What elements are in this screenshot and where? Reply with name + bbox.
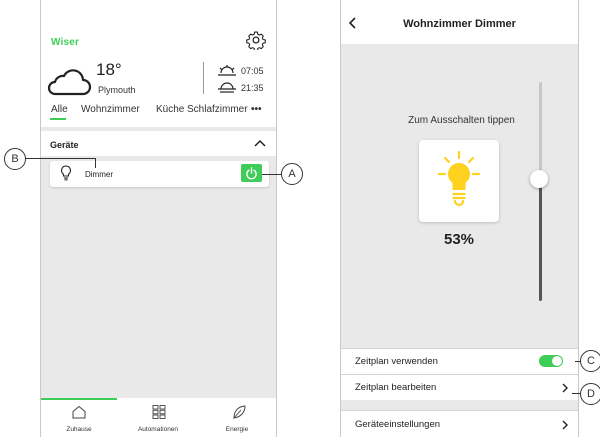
edit-schedule-label: Zeitplan bearbeiten	[355, 382, 437, 393]
tab-kueche[interactable]: Küche	[156, 104, 184, 115]
brightness-slider-handle[interactable]	[530, 170, 548, 188]
home-icon[interactable]	[71, 405, 87, 419]
brightness-slider-track[interactable]	[539, 82, 542, 179]
tap-hint: Zum Ausschalten tippen	[408, 115, 515, 126]
leaf-icon[interactable]	[231, 405, 247, 419]
lightbulb-icon	[61, 165, 71, 181]
city-name: Plymouth	[98, 85, 136, 95]
power-icon	[246, 167, 257, 180]
nav-home[interactable]: Zuhause	[41, 426, 117, 433]
callout-a: A	[281, 163, 303, 185]
more-tabs-icon[interactable]: •••	[251, 104, 262, 115]
device-card-dimmer[interactable]	[50, 161, 269, 187]
nav-active-indicator	[41, 398, 117, 400]
callout-c: C	[580, 350, 600, 372]
section-title: Geräte	[50, 140, 79, 150]
wiser-logo: Wiser	[51, 37, 80, 48]
device-settings-label: Geräteeinstellungen	[355, 419, 441, 430]
brightness-percent: 53%	[443, 231, 475, 248]
gear-icon[interactable]	[246, 30, 266, 50]
chevron-right-icon	[562, 420, 568, 430]
home-screen: Wiser 18° Plymouth 07:05 21:35 Alle Wohn…	[40, 0, 277, 437]
chevron-right-icon	[562, 383, 568, 393]
tab-wohnzimmer[interactable]: Wohnzimmer	[81, 104, 140, 115]
dimmer-screen: Wohnzimmer Dimmer Zum Ausschalten tippen…	[340, 0, 579, 437]
brightness-slider-fill[interactable]	[539, 179, 542, 301]
device-name: Dimmer	[85, 170, 113, 179]
active-tab-indicator	[50, 118, 66, 120]
nav-energy[interactable]: Energie	[199, 426, 275, 433]
use-schedule-label: Zeitplan verwenden	[355, 356, 438, 367]
cloud-icon	[47, 69, 92, 96]
automations-icon[interactable]	[151, 405, 167, 419]
callout-d: D	[580, 383, 600, 405]
callout-b: B	[4, 148, 26, 170]
page-title: Wohnzimmer Dimmer	[403, 18, 516, 30]
toggle-knob	[552, 356, 562, 366]
sunrise-icon	[218, 65, 236, 76]
nav-automations[interactable]: Automationen	[120, 426, 196, 433]
power-button[interactable]	[241, 164, 262, 182]
callout-b-tick	[95, 158, 96, 168]
weather-divider	[203, 62, 204, 94]
chevron-up-icon[interactable]	[254, 139, 266, 147]
temperature: 18°	[96, 60, 122, 79]
use-schedule-toggle[interactable]	[539, 355, 563, 367]
tab-schlafzimmer[interactable]: Schlafzimmer	[187, 104, 248, 115]
sunset-time: 21:35	[241, 83, 264, 93]
sunset-icon	[218, 82, 236, 93]
callout-b-line	[25, 158, 95, 159]
callout-a-line	[262, 174, 282, 175]
sunrise-time: 07:05	[241, 66, 264, 76]
lightbulb-on-icon	[437, 150, 481, 207]
tab-alle[interactable]: Alle	[51, 104, 68, 115]
